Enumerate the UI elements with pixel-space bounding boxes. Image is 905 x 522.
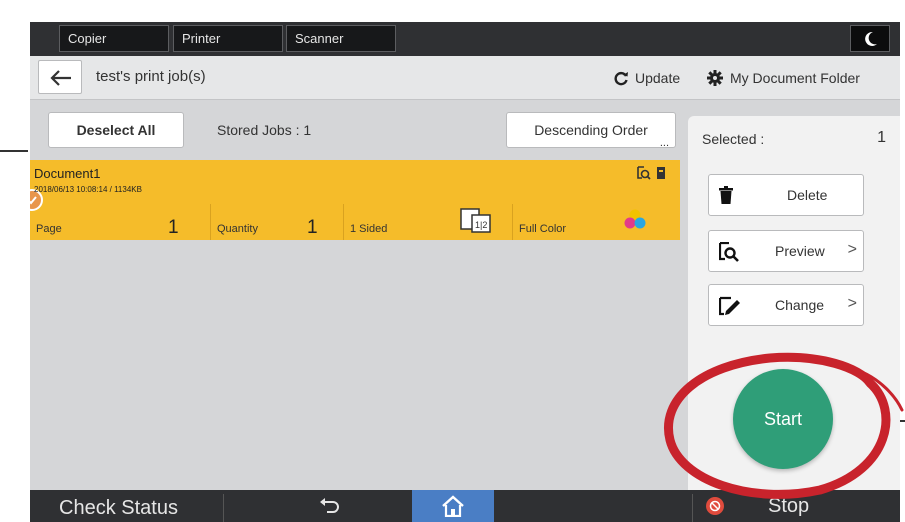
stored-jobs-count: Stored Jobs : 1 bbox=[217, 122, 312, 138]
deselect-all-button[interactable]: Deselect All bbox=[48, 112, 184, 148]
more-dots: ... bbox=[659, 137, 669, 149]
my-document-folder-button[interactable]: My Document Folder bbox=[706, 65, 860, 91]
svg-text:1|2: 1|2 bbox=[475, 220, 487, 230]
trash-icon bbox=[719, 186, 733, 204]
color-label: Full Color bbox=[519, 223, 567, 235]
preview-button[interactable]: Preview > bbox=[708, 230, 864, 272]
job-list-area: Deselect All Stored Jobs : 1 Descending … bbox=[30, 100, 680, 490]
home-icon bbox=[442, 495, 464, 517]
lock-doc-icon bbox=[657, 167, 665, 179]
sort-order-button[interactable]: Descending Order ... bbox=[506, 112, 676, 149]
undo-arrow-icon bbox=[320, 498, 339, 513]
title-bar: test's print job(s) Update My Document F… bbox=[30, 56, 900, 100]
selected-count: 1 bbox=[877, 129, 886, 146]
quantity-cell: Quantity 1 bbox=[210, 204, 343, 240]
selected-label: Selected : bbox=[702, 131, 765, 147]
color-cell: Full Color bbox=[512, 204, 680, 240]
back-nav-button[interactable] bbox=[307, 490, 357, 522]
photo-stage: Copier Printer Scanner test's print job(… bbox=[0, 0, 905, 522]
refresh-icon bbox=[614, 71, 628, 86]
page-value: 1 bbox=[168, 217, 179, 238]
job-status-icons bbox=[637, 166, 666, 180]
quantity-value: 1 bbox=[307, 217, 318, 238]
arrow-left-icon bbox=[50, 70, 71, 86]
tab-printer[interactable]: Printer bbox=[173, 25, 283, 52]
sided-cell: 1 Sided 1|2 bbox=[343, 204, 512, 240]
update-button[interactable]: Update bbox=[613, 65, 680, 91]
folder-label: My Document Folder bbox=[730, 70, 860, 86]
preview-label: Preview bbox=[775, 243, 825, 259]
stop-button[interactable]: Stop bbox=[768, 492, 809, 520]
job-date-size: 2018/06/13 10:08:14 / 1134KB bbox=[34, 185, 142, 194]
check-status-button[interactable]: Check Status bbox=[34, 494, 224, 522]
quantity-label: Quantity bbox=[217, 223, 258, 235]
top-bar: Copier Printer Scanner bbox=[30, 22, 900, 56]
delete-button[interactable]: Delete bbox=[708, 174, 864, 216]
delete-label: Delete bbox=[787, 187, 828, 203]
moon-icon bbox=[865, 31, 877, 46]
tab-copier[interactable]: Copier bbox=[59, 25, 169, 52]
chevron-right-icon: > bbox=[847, 241, 857, 258]
bottom-bar: Check Status Stop bbox=[30, 490, 900, 522]
night-mode-button[interactable] bbox=[850, 25, 890, 52]
sided-label: 1 Sided bbox=[350, 223, 388, 235]
update-label: Update bbox=[635, 70, 681, 86]
job-details: Page 1 Quantity 1 1 Sided 1|2 Full Color bbox=[30, 204, 680, 240]
change-label: Change bbox=[775, 297, 825, 313]
device-screen: Copier Printer Scanner test's print job(… bbox=[30, 22, 900, 522]
sort-order-label: Descending Order bbox=[534, 122, 648, 138]
start-button[interactable]: Start bbox=[733, 369, 833, 469]
preview-small-icon bbox=[637, 166, 651, 180]
page-title: test's print job(s) bbox=[96, 68, 206, 85]
divider bbox=[692, 494, 693, 522]
decorative-line bbox=[0, 150, 28, 152]
job-row[interactable]: Document1 2018/06/13 10:08:14 / 1134KB P… bbox=[30, 160, 680, 240]
edit-icon bbox=[719, 296, 740, 316]
change-button[interactable]: Change > bbox=[708, 284, 864, 326]
chevron-right-icon: > bbox=[847, 295, 857, 312]
page-label: Page bbox=[36, 223, 62, 235]
stop-icon bbox=[706, 497, 724, 515]
page-cell: Page 1 bbox=[30, 204, 210, 240]
tab-scanner[interactable]: Scanner bbox=[286, 25, 396, 52]
preview-icon bbox=[719, 242, 739, 262]
gear-icon bbox=[707, 70, 723, 86]
sided-pages-icon: 1|2 bbox=[460, 208, 491, 233]
action-panel: Selected : 1 Delete Preview > Change > S… bbox=[688, 116, 900, 490]
job-name: Document1 bbox=[34, 166, 101, 181]
color-dots-icon bbox=[624, 209, 646, 229]
back-button[interactable] bbox=[38, 60, 82, 94]
home-button[interactable] bbox=[412, 490, 494, 522]
